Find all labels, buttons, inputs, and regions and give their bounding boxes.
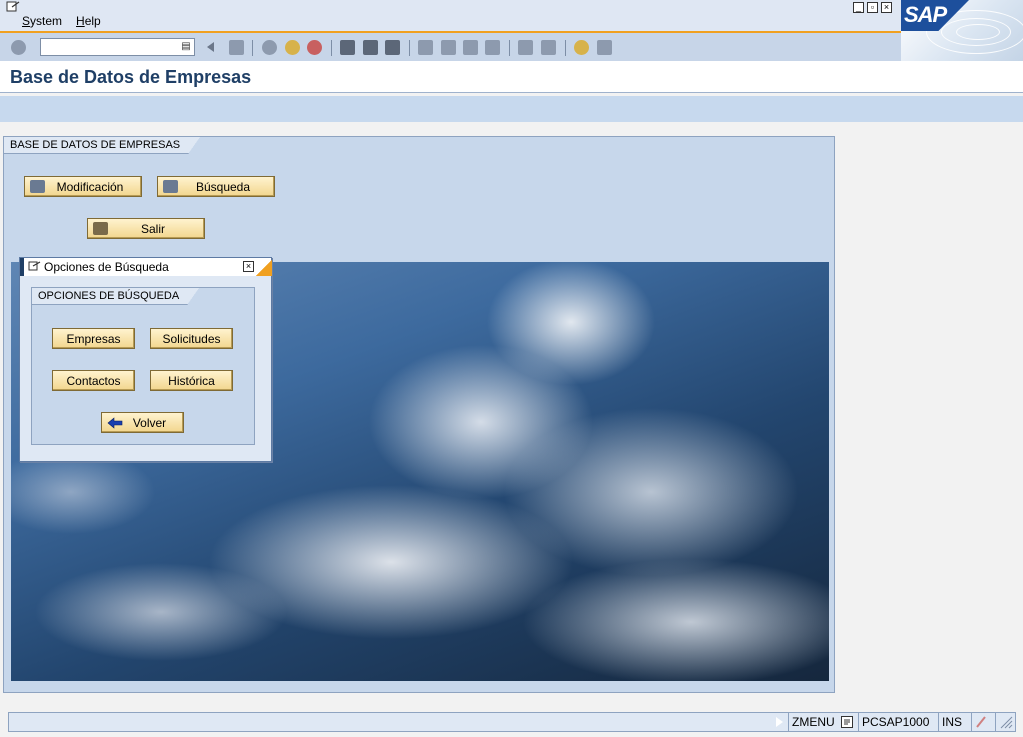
exit-icon[interactable]: [285, 40, 300, 55]
menu-system[interactable]: System: [22, 14, 62, 28]
dialog-title-bar: Opciones de Búsqueda ×: [20, 258, 272, 276]
first-page-icon[interactable]: [418, 40, 433, 55]
status-expand-icon[interactable]: [775, 716, 783, 728]
dialog-group-title: OPCIONES DE BÚSQUEDA: [32, 288, 200, 305]
help-icon[interactable]: [574, 40, 589, 55]
menu-help[interactable]: Help: [76, 14, 101, 28]
command-field[interactable]: [40, 38, 195, 56]
empresas-button[interactable]: Empresas: [52, 328, 135, 349]
status-field: ZMENU PCSAP1000 INS: [8, 712, 1016, 732]
search-options-dialog: Opciones de Búsqueda × OPCIONES DE BÚSQU…: [19, 257, 272, 462]
standard-toolbar: ▤: [0, 31, 901, 61]
sap-logo: SAP: [901, 0, 1023, 61]
back-nav-icon[interactable]: [262, 40, 277, 55]
enter-icon[interactable]: [11, 40, 26, 55]
last-page-icon[interactable]: [485, 40, 500, 55]
find-next-icon[interactable]: [385, 40, 400, 55]
toolbar-separator: [409, 40, 410, 56]
back-icon[interactable]: [207, 42, 214, 52]
close-icon[interactable]: ×: [881, 2, 892, 13]
resize-grip-icon[interactable]: [995, 713, 1015, 731]
exit-door-icon: [93, 222, 108, 235]
solicitudes-button[interactable]: Solicitudes: [150, 328, 233, 349]
new-session-icon[interactable]: [518, 40, 533, 55]
status-transaction: ZMENU: [788, 713, 838, 731]
page-title: Base de Datos de Empresas: [10, 67, 252, 87]
toolbar-separator: [252, 40, 253, 56]
contactos-button[interactable]: Contactos: [52, 370, 135, 391]
command-history-icon[interactable]: ▤: [180, 40, 192, 54]
busqueda-button[interactable]: Búsqueda: [157, 176, 275, 197]
toolbar-separator: [509, 40, 510, 56]
minimize-icon[interactable]: _: [853, 2, 864, 13]
modificacion-button[interactable]: Modificación: [24, 176, 142, 197]
application-toolbar: [0, 96, 1023, 122]
status-details-icon[interactable]: [838, 713, 858, 731]
arrow-left-icon: [107, 417, 123, 429]
toolbar-separator: [565, 40, 566, 56]
window-menu-icon[interactable]: [28, 261, 41, 272]
search-options-group: OPCIONES DE BÚSQUEDA Empresas Solicitude…: [31, 287, 255, 445]
save-icon[interactable]: [229, 40, 244, 55]
volver-button[interactable]: Volver: [101, 412, 184, 433]
layout-icon[interactable]: [597, 40, 612, 55]
edit-icon: [30, 180, 45, 193]
screen-title-bar: Base de Datos de Empresas: [0, 61, 1023, 93]
search-icon: [163, 180, 178, 193]
status-lock-icon: [971, 713, 995, 731]
historica-button[interactable]: Histórica: [150, 370, 233, 391]
dialog-title: Opciones de Búsqueda: [44, 260, 169, 274]
main-group-title: BASE DE DATOS DE EMPRESAS: [4, 137, 201, 154]
next-page-icon[interactable]: [463, 40, 478, 55]
status-mode: INS: [938, 713, 965, 731]
restore-icon[interactable]: ▫: [867, 2, 878, 13]
dialog-corner-accent: [254, 258, 272, 276]
salir-button[interactable]: Salir: [87, 218, 205, 239]
status-bar: ZMENU PCSAP1000 INS: [0, 705, 1023, 737]
sap-logo-text: SAP: [904, 2, 947, 27]
menu-bar: System Help _ ▫ ×: [0, 0, 1023, 32]
toolbar-separator: [331, 40, 332, 56]
shortcut-icon[interactable]: [541, 40, 556, 55]
status-server: PCSAP1000: [858, 713, 932, 731]
find-icon[interactable]: [363, 40, 378, 55]
cancel-icon[interactable]: [307, 40, 322, 55]
window-menu-icon[interactable]: [6, 1, 20, 13]
print-icon[interactable]: [340, 40, 355, 55]
prev-page-icon[interactable]: [441, 40, 456, 55]
dialog-close-icon[interactable]: ×: [243, 261, 254, 272]
